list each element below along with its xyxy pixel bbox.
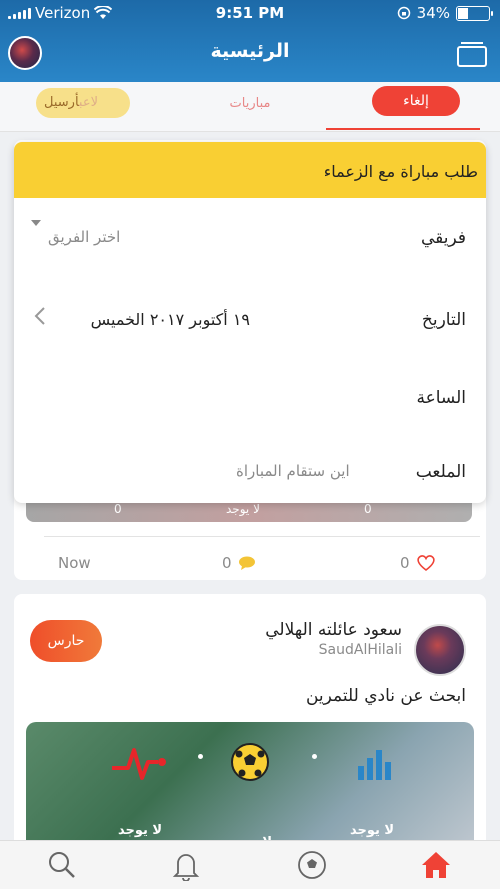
separator-dot	[198, 754, 203, 759]
venue-input[interactable]: اين ستقام المباراة	[236, 462, 350, 480]
separator-dot	[312, 754, 317, 759]
pulse-icon	[112, 748, 166, 780]
status-bar: Verizon 9:51 PM 34%	[0, 0, 500, 26]
likes-count: 0	[400, 554, 410, 572]
bar-chart-icon	[358, 750, 391, 780]
post-text: ابحث عن نادي للتمرين	[305, 686, 466, 706]
home-icon[interactable]	[420, 849, 452, 881]
stat-ball: لا يوجد	[190, 722, 310, 852]
top-bar: Verizon 9:51 PM 34% الرئيسية	[0, 0, 500, 82]
comments-count: 0	[222, 554, 232, 572]
battery-percent: 34%	[416, 4, 450, 22]
timestamp: Now	[58, 554, 91, 572]
bottom-tab-bar	[0, 840, 500, 889]
post-author-username: SaudAlHilali	[318, 642, 402, 658]
filter-tabs: لاعبأرسيل مباريات إلغاء	[0, 82, 500, 132]
tab-players[interactable]: لاعبأرسيل	[36, 88, 130, 118]
tab-players-label: لاعب	[78, 95, 98, 110]
post-avatar[interactable]	[414, 624, 466, 676]
strip-text-2: 0	[364, 502, 372, 516]
status-right: 34%	[397, 4, 493, 22]
soccer-ball-tab-icon[interactable]	[296, 849, 328, 881]
heart-icon	[416, 555, 435, 572]
post-image[interactable]: لا يوجد لا يوجد لا يوجد	[26, 722, 474, 852]
stat-bars: لا يوجد	[312, 722, 432, 852]
stat-pulse: لا يوجد	[80, 722, 200, 852]
dialog-title: طلب مباراة مع الزعماء	[323, 162, 478, 181]
team-label: فريقي	[420, 228, 466, 248]
bell-icon[interactable]	[170, 849, 202, 881]
stat-pulse-label: لا يوجد	[117, 823, 163, 838]
role-badge[interactable]: حارس	[30, 620, 102, 662]
tab-players-overlay: أرسيل	[44, 95, 79, 110]
rotation-lock-icon	[397, 6, 410, 20]
date-value[interactable]: ١٩ أكتوبر ٢٠١٧ الخميس	[91, 310, 250, 329]
search-icon[interactable]	[46, 849, 78, 881]
date-label: التاريخ	[421, 310, 466, 330]
post-card: حارس سعود عائلته الهلالي SaudAlHilali اب…	[14, 594, 486, 854]
post-author-name[interactable]: سعود عائلته الهلالي	[265, 620, 402, 640]
battery-icon	[456, 5, 493, 21]
cancel-button[interactable]: إلغاء	[372, 86, 460, 116]
venue-label: الملعب	[415, 462, 466, 482]
tab-matches[interactable]: مباريات	[210, 96, 290, 111]
match-request-dialog: طلب مباراة مع الزعماء فريقي اختر الفريق …	[14, 142, 486, 503]
time-label: الساعة	[416, 388, 466, 408]
dialog-header: طلب مباراة مع الزعماء	[14, 142, 486, 198]
strip-text-1: 0	[114, 502, 122, 516]
soccer-ball-icon	[231, 743, 269, 781]
page-title: الرئيسية	[210, 40, 290, 62]
tab-underline	[326, 128, 480, 130]
battery-fill	[458, 7, 468, 19]
chevron-left-icon[interactable]	[34, 306, 46, 326]
feed-divider	[44, 536, 480, 537]
likes-stat[interactable]: 0	[400, 554, 436, 572]
team-select[interactable]: اختر الفريق	[48, 228, 120, 246]
cards-menu-icon[interactable]	[456, 40, 488, 68]
chevron-down-icon[interactable]	[31, 220, 41, 226]
comments-stat[interactable]: 0	[222, 554, 256, 572]
stat-bars-label: لا يوجد	[349, 823, 395, 838]
comment-icon	[238, 556, 255, 570]
strip-text-0: لا يوجد	[226, 502, 260, 516]
